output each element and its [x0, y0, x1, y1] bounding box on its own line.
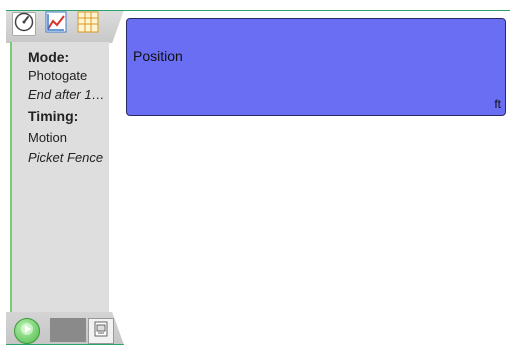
mode-end: End after 1…	[28, 87, 105, 102]
tab-graph[interactable]	[44, 11, 68, 38]
top-border-line	[118, 10, 510, 11]
timing-value: Motion	[28, 130, 68, 145]
timing-heading: Timing:	[28, 108, 79, 124]
file-icon	[92, 320, 110, 343]
mode-value: Photogate	[28, 68, 88, 83]
timing-sub: Picket Fence	[28, 150, 104, 165]
tab-table[interactable]	[76, 11, 100, 38]
position-meter[interactable]: Position ft	[126, 18, 506, 116]
tab-meter[interactable]	[12, 12, 36, 36]
table-icon	[77, 11, 99, 38]
file-button[interactable]	[88, 318, 114, 344]
graph-icon	[45, 11, 67, 38]
meter-unit: ft	[494, 97, 501, 111]
play-icon	[20, 322, 34, 341]
start-button[interactable]	[14, 318, 40, 344]
meter-icon	[14, 12, 34, 37]
bottom-dark-area	[50, 318, 86, 342]
meter-label: Position	[133, 48, 183, 64]
sidebar-panel: Mode: Photogate End after 1… Timing: Mot…	[10, 42, 109, 312]
mode-heading: Mode:	[28, 49, 70, 65]
